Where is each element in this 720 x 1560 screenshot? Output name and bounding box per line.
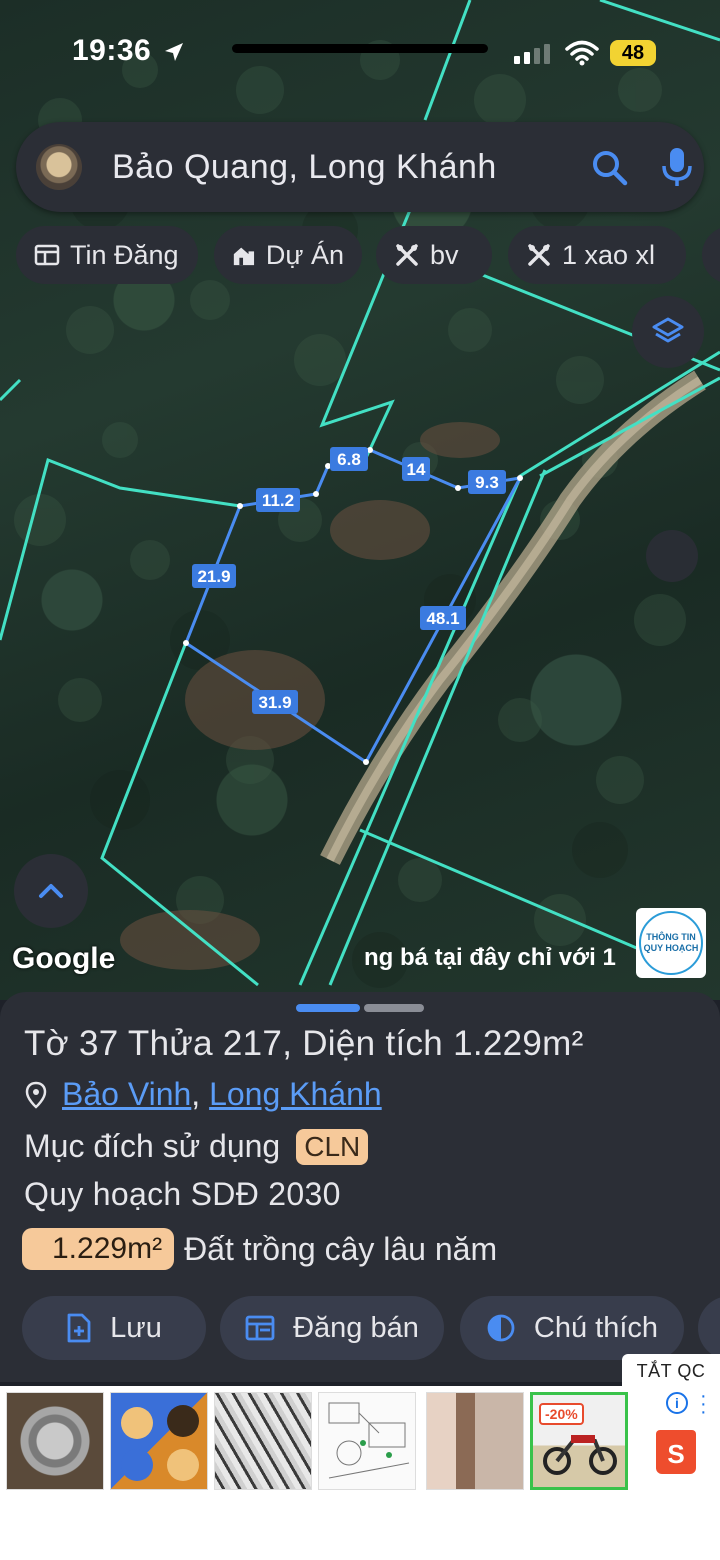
location-pin-icon	[25, 1081, 47, 1109]
home-indicator[interactable]	[232, 44, 488, 53]
chip-more[interactable]	[702, 226, 720, 284]
thong-tin-quy-hoach-logo[interactable]: THÔNG TIN QUY HOẠCH	[636, 908, 706, 978]
edge-label-48.1: 48.1	[420, 606, 466, 630]
wifi-icon	[565, 40, 599, 66]
svg-text:6.8: 6.8	[337, 450, 361, 469]
purpose-label: Mục đích sử dụng	[24, 1128, 281, 1164]
chevron-up-icon	[39, 884, 63, 898]
avatar[interactable]	[36, 144, 82, 190]
svg-text:21.9: 21.9	[197, 567, 230, 586]
location-arrow-icon	[165, 43, 183, 61]
parcel-info-sheet[interactable]: Tờ 37 Thửa 217, Diện tích 1.229m² Bảo Vi…	[0, 992, 720, 1382]
ad-product-image[interactable]	[6, 1392, 104, 1490]
parcel-title: Tờ 37 Thửa 217, Diện tích 1.229m²	[24, 1024, 584, 1063]
plan-area-badge: 1.229m²	[22, 1228, 175, 1270]
chip-label: Dự Án	[265, 239, 344, 270]
add-doc-icon	[67, 1313, 91, 1343]
legend-button[interactable]: Chú thích	[460, 1296, 684, 1360]
status-time: 19:36	[72, 34, 152, 67]
chip-bv[interactable]: bv	[376, 226, 492, 284]
save-button[interactable]: Lưu	[22, 1296, 206, 1360]
ad-product-image[interactable]	[110, 1392, 208, 1490]
battery-indicator: 48	[610, 40, 656, 66]
layers-icon	[652, 317, 684, 343]
ward-link[interactable]: Bảo Vinh	[62, 1076, 191, 1113]
chip-tin-dang[interactable]: Tin Đăng	[16, 226, 198, 284]
edge-label-21.9: 21.9	[192, 564, 236, 588]
ad-product-image[interactable]	[214, 1392, 312, 1490]
sheet-handle[interactable]	[364, 1004, 424, 1012]
logo-text: QUY HOẠCH	[643, 943, 699, 953]
ad-marquee-text[interactable]: ng bá tại đây chỉ với 1	[364, 944, 634, 972]
land-use-purpose: Mục đích sử dụng CLN	[24, 1128, 369, 1165]
svg-text:14: 14	[407, 460, 426, 479]
diagram-image	[328, 1402, 410, 1479]
ad-menu-icon[interactable]: · · ·	[700, 1386, 707, 1422]
action-buttons: Lưu Đăng bán Chú thích	[22, 1296, 720, 1360]
plan-label: Quy hoạch SDĐ 2030	[24, 1176, 341, 1212]
more-actions-button[interactable]	[698, 1296, 720, 1360]
layers-button[interactable]	[632, 296, 704, 368]
edge-label-14: 14	[402, 457, 430, 481]
search-bar[interactable]: Bảo Quang, Long Khánh	[16, 122, 704, 212]
map-control-dot[interactable]	[646, 530, 698, 582]
shopee-logo[interactable]: S	[656, 1430, 696, 1474]
city-link[interactable]: Long Khánh	[209, 1076, 382, 1113]
search-input[interactable]: Bảo Quang, Long Khánh	[112, 148, 497, 187]
edge-label-31.9: 31.9	[252, 690, 298, 714]
edge-label-11.2: 11.2	[256, 488, 300, 512]
edge-label-9.3: 9.3	[468, 470, 506, 494]
chip-du-an[interactable]: Dự Án	[214, 226, 362, 284]
purpose-badge: CLN	[296, 1128, 369, 1165]
legend-icon	[487, 1314, 515, 1342]
post-sale-button[interactable]: Đăng bán	[220, 1296, 444, 1360]
chip-label: 1 xao xl	[562, 239, 656, 270]
svg-text:48.1: 48.1	[426, 609, 459, 628]
tools-icon	[396, 244, 418, 266]
ad-product-image[interactable]	[318, 1392, 416, 1490]
home-area	[0, 1496, 720, 1560]
expand-up-button[interactable]	[14, 854, 88, 928]
parcel-location: Bảo Vinh, Long Khánh	[24, 1076, 382, 1113]
listing-icon	[34, 244, 60, 266]
svg-text:11.2: 11.2	[262, 491, 294, 510]
chip-label: Tin Đăng	[70, 239, 179, 270]
post-icon	[245, 1315, 275, 1341]
sheet-handle-active[interactable]	[296, 1004, 360, 1012]
action-label: Chú thích	[533, 1311, 659, 1344]
ad-product-image[interactable]	[426, 1392, 524, 1490]
svg-text:31.9: 31.9	[258, 693, 291, 712]
logo-text: THÔNG TIN	[646, 932, 696, 942]
plan-area-row: 1.229m² Đất trồng cây lâu năm	[22, 1228, 497, 1270]
svg-text:9.3: 9.3	[475, 473, 499, 492]
edge-label-6.8: 6.8	[330, 447, 368, 471]
plan-description: Đất trồng cây lâu năm	[184, 1230, 498, 1267]
action-label: Đăng bán	[293, 1311, 419, 1344]
microphone-icon[interactable]	[660, 146, 694, 188]
building-icon	[233, 247, 255, 266]
satellite-map[interactable]: 21.9 11.2 6.8 14 9.3 48.1 31.9 19:36 48 …	[0, 0, 720, 1000]
ad-info-icon[interactable]: i	[666, 1392, 688, 1414]
ad-product-image[interactable]: -20%	[530, 1392, 628, 1490]
google-logo: Google	[12, 942, 116, 975]
motorbike-image	[543, 1435, 617, 1475]
chip-1-xao-xl[interactable]: 1 xao xl	[508, 226, 686, 284]
chip-label: bv	[430, 239, 459, 270]
search-icon[interactable]	[590, 148, 630, 188]
tools-icon	[528, 244, 550, 266]
close-ad-button[interactable]: TẮT QC	[622, 1354, 720, 1388]
toy-image	[121, 1405, 199, 1481]
cellular-signal-icon	[514, 44, 550, 64]
action-label: Lưu	[110, 1311, 162, 1344]
separator: ,	[191, 1076, 201, 1112]
ad-banner[interactable]: -20% i · · · S	[0, 1386, 720, 1496]
filter-chips: Tin Đăng Dự Án bv 1 xao xl	[16, 226, 720, 284]
